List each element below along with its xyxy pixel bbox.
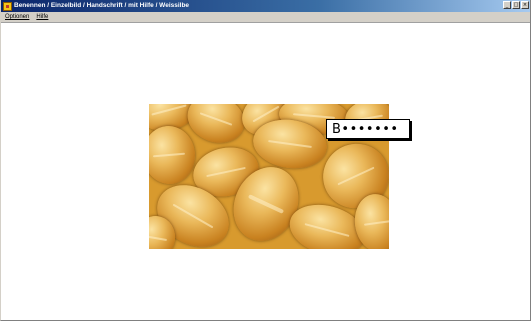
menu-hilfe[interactable]: Hilfe xyxy=(36,12,48,22)
title-bar[interactable]: Benennen / Einzelbild / Handschrift / mi… xyxy=(1,0,530,12)
menu-optionen[interactable]: Optionen xyxy=(5,12,29,22)
maximize-button[interactable]: □ xyxy=(512,1,520,9)
app-icon[interactable] xyxy=(3,1,12,11)
window-title: Benennen / Einzelbild / Handschrift / mi… xyxy=(14,2,190,9)
word-hint-label: B••••••• xyxy=(326,119,410,139)
application-window: Benennen / Einzelbild / Handschrift / mi… xyxy=(0,0,531,321)
window-controls: _ □ × xyxy=(503,1,529,9)
close-button[interactable]: × xyxy=(521,1,529,9)
minimize-button[interactable]: _ xyxy=(503,1,511,9)
bread-roll xyxy=(149,123,198,187)
menu-bar: Optionen Hilfe xyxy=(1,12,530,23)
